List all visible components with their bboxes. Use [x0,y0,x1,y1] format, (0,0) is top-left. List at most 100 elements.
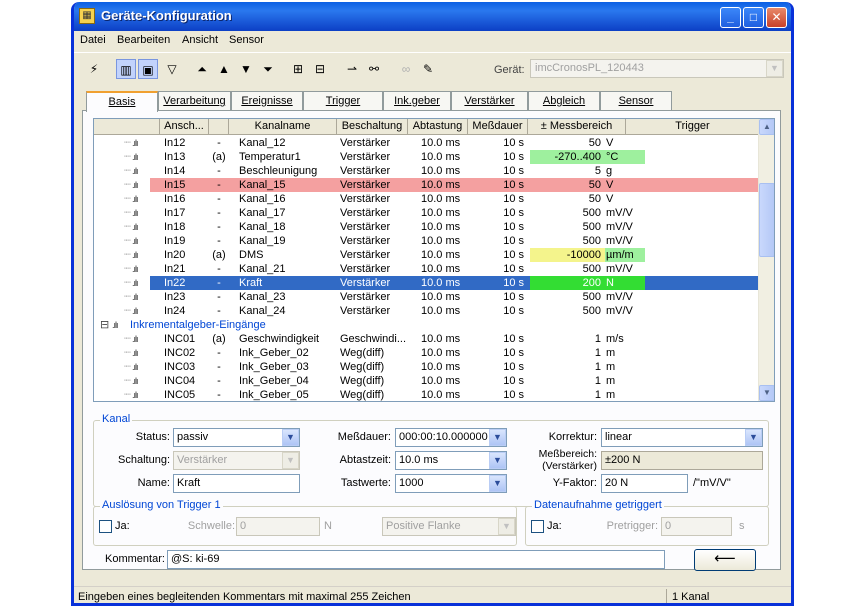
schwelle-input[interactable]: 0 [236,517,320,536]
header-messbereich[interactable]: ± Messbereich [528,119,626,135]
collapse-icon[interactable]: ⊟ [310,59,330,79]
table-row[interactable]: ┈ .ılı In17 - Kanal_17 Verstärker 10.0 ms 10 s 5… [94,206,760,220]
table-scrollbar[interactable]: ▲ ▼ [758,119,774,401]
schwelle-label: Schwelle: [187,520,235,532]
table-row[interactable]: ┈ .ılı In14 - Beschleunigung Verstärker 10.0 m… [94,164,760,178]
cell-ansch: In14 [164,165,186,177]
table-row[interactable]: ┈ .ılı In18 - Kanal_18 Verstärker 10.0 ms 10 s 5… [94,220,760,234]
move-bottom-icon[interactable]: ⏷ [258,59,278,79]
table-row[interactable]: ┈ .ılı In22 - Kraft Verstärker 10.0 ms 10 s 200 N [94,276,760,290]
flanke-select[interactable]: Positive Flanke ▼ [382,517,516,536]
move-top-icon[interactable]: ⏶ [192,59,212,79]
yfaktor-input[interactable]: 20 N [601,474,688,493]
display-icon[interactable]: ▣ [138,59,158,79]
scroll-thumb[interactable] [759,183,774,257]
kanal-legend: Kanal [100,413,133,425]
tab-trigger[interactable]: Trigger [303,91,383,111]
table-row[interactable]: ┈ .ılı In23 - Kanal_23 Verstärker 10.0 ms 10 s 5… [94,290,760,304]
kommentar-input[interactable]: @S: ki-69 [167,550,665,569]
table-row[interactable]: ┈ .ılı INC05 - Ink_Geber_05 Weg(diff) 10.0 ms 1… [94,388,760,401]
binoculars-icon[interactable]: ⚯ [364,59,384,79]
scroll-down-icon[interactable]: ▼ [759,385,774,401]
chevron-down-icon[interactable]: ▼ [745,429,762,446]
filter-icon[interactable]: ▽ [162,59,182,79]
enter-icon[interactable]: ⟵ [694,549,756,571]
minimize-button[interactable]: _ [720,7,741,28]
cell-flag: (a) [212,333,226,345]
abtastzeit-select[interactable]: 10.0 ms ▼ [395,451,507,470]
chevron-down-icon[interactable]: ▼ [489,452,506,469]
table-row[interactable]: ┈ .ılı In16 - Kanal_16 Verstärker 10.0 ms 10 s 5… [94,192,760,206]
tab-inkgeber[interactable]: Ink.geber [383,91,451,111]
cell-flag: - [217,347,221,359]
tab-verstaerker[interactable]: Verstärker [451,91,528,111]
cell-ansch: In15 [164,179,186,191]
collapse-icon[interactable]: ⊟ [100,318,109,332]
expand-icon[interactable]: ⊞ [288,59,308,79]
cell-unit: µm/m [605,248,645,262]
pretrigger-input[interactable]: 0 [661,517,732,536]
table-row[interactable]: ┈ .ılı INC03 - Ink_Geber_03 Weg(diff) 10.0 ms 1… [94,360,760,374]
table-row[interactable]: ┈ .ılı In24 - Kanal_24 Verstärker 10.0 ms 10 s 5… [94,304,760,318]
korrektur-select[interactable]: linear ▼ [601,428,763,447]
header-anschluss[interactable]: Ansch... [160,119,209,135]
table-row[interactable]: ┈ .ılı In15 - Kanal_15 Verstärker 10.0 ms 10 s 5… [94,178,760,192]
chevron-down-icon[interactable]: ▼ [489,475,506,492]
name-input[interactable]: Kraft [173,474,300,493]
close-button[interactable]: ✕ [766,7,787,28]
tab-abgleich[interactable]: Abgleich [528,91,600,111]
table-row[interactable]: ┈ .ılı INC04 - Ink_Geber_04 Weg(diff) 10.0 ms 1… [94,374,760,388]
cell-messdauer: 10 s [503,361,524,373]
tab-ereignisse[interactable]: Ereignisse [231,91,303,111]
move-up-icon[interactable]: ▲ [214,59,234,79]
probe-icon[interactable]: ✎ [418,59,438,79]
header-beschaltung[interactable]: Beschaltung [337,119,408,135]
cell-messdauer: 10 s [503,165,524,177]
chevron-down-icon[interactable]: ▼ [766,60,783,77]
channel-icon: .ılı [132,362,139,372]
tastwerte-select[interactable]: 1000 ▼ [395,474,507,493]
chevron-down-icon[interactable]: ▼ [489,429,506,446]
yfaktor-label: Y-Faktor: [552,477,597,489]
link-icon[interactable]: ∞ [396,59,416,79]
move-down-icon[interactable]: ▼ [236,59,256,79]
table-row[interactable]: ┈ .ılı In21 - Kanal_21 Verstärker 10.0 ms 10 s 5… [94,262,760,276]
cable-icon[interactable]: ⇀ [342,59,362,79]
tab-verarbeitung[interactable]: Verarbeitung [158,91,231,111]
tab-basis[interactable]: Basis [86,91,158,112]
config-view-icon[interactable]: ▥ [116,59,136,79]
cell-ansch: In21 [164,263,186,275]
header-kanalname[interactable]: Kanalname [229,119,337,135]
group-row[interactable]: ⊟ .ılı Inkrementalgeber-Eingänge [94,318,760,332]
plug-icon[interactable]: ⚡ [84,59,104,79]
header-messdauer[interactable]: Meßdauer [468,119,528,135]
menu-sensor[interactable]: Sensor [229,34,264,46]
header-abtastung[interactable]: Abtastung [408,119,468,135]
table-row[interactable]: ┈ .ılı INC01 (a) Geschwindigkeit Geschwindi..… [94,332,760,346]
header-trigger[interactable]: Trigger [626,119,760,135]
scroll-up-icon[interactable]: ▲ [759,119,774,135]
tab-sensor[interactable]: Sensor [600,91,672,111]
table-row[interactable]: ┈ .ılı In19 - Kanal_19 Verstärker 10.0 ms 10 s 5… [94,234,760,248]
maximize-button[interactable]: □ [743,7,764,28]
status-select[interactable]: passiv ▼ [173,428,300,447]
table-row[interactable]: ┈ .ılı In20 (a) DMS Verstärker 10.0 ms 10 s -100… [94,248,760,262]
datenaufnahme-checkbox[interactable] [531,520,544,533]
header-flag[interactable] [209,119,229,135]
title-bar[interactable]: ▦ Geräte-Konfiguration _ □ ✕ [74,2,791,31]
channel-icon: .ılı [132,264,139,274]
menu-datei[interactable]: Datei [80,34,106,46]
table-row[interactable]: ┈ .ılı INC02 - Ink_Geber_02 Weg(diff) 10.0 ms 1… [94,346,760,360]
chevron-down-icon[interactable]: ▼ [498,518,515,535]
trigger-checkbox[interactable] [99,520,112,533]
cell-unit: mV/V [606,207,633,219]
menu-bearbeiten[interactable]: Bearbeiten [117,34,170,46]
schaltung-select[interactable]: Verstärker ▼ [173,451,300,470]
table-row[interactable]: ┈ .ılı In12 - Kanal_12 Verstärker 10.0 ms 10 s 5… [94,136,760,150]
chevron-down-icon[interactable]: ▼ [282,429,299,446]
chevron-down-icon[interactable]: ▼ [282,452,299,469]
messdauer-select[interactable]: 000:00:10.000000 ▼ [395,428,507,447]
device-select[interactable]: imcCronosPL_120443 ▼ [530,59,784,78]
table-row[interactable]: ┈ .ılı In13 (a) Temperatur1 Verstärker 10.0 ms… [94,150,760,164]
menu-ansicht[interactable]: Ansicht [182,34,218,46]
